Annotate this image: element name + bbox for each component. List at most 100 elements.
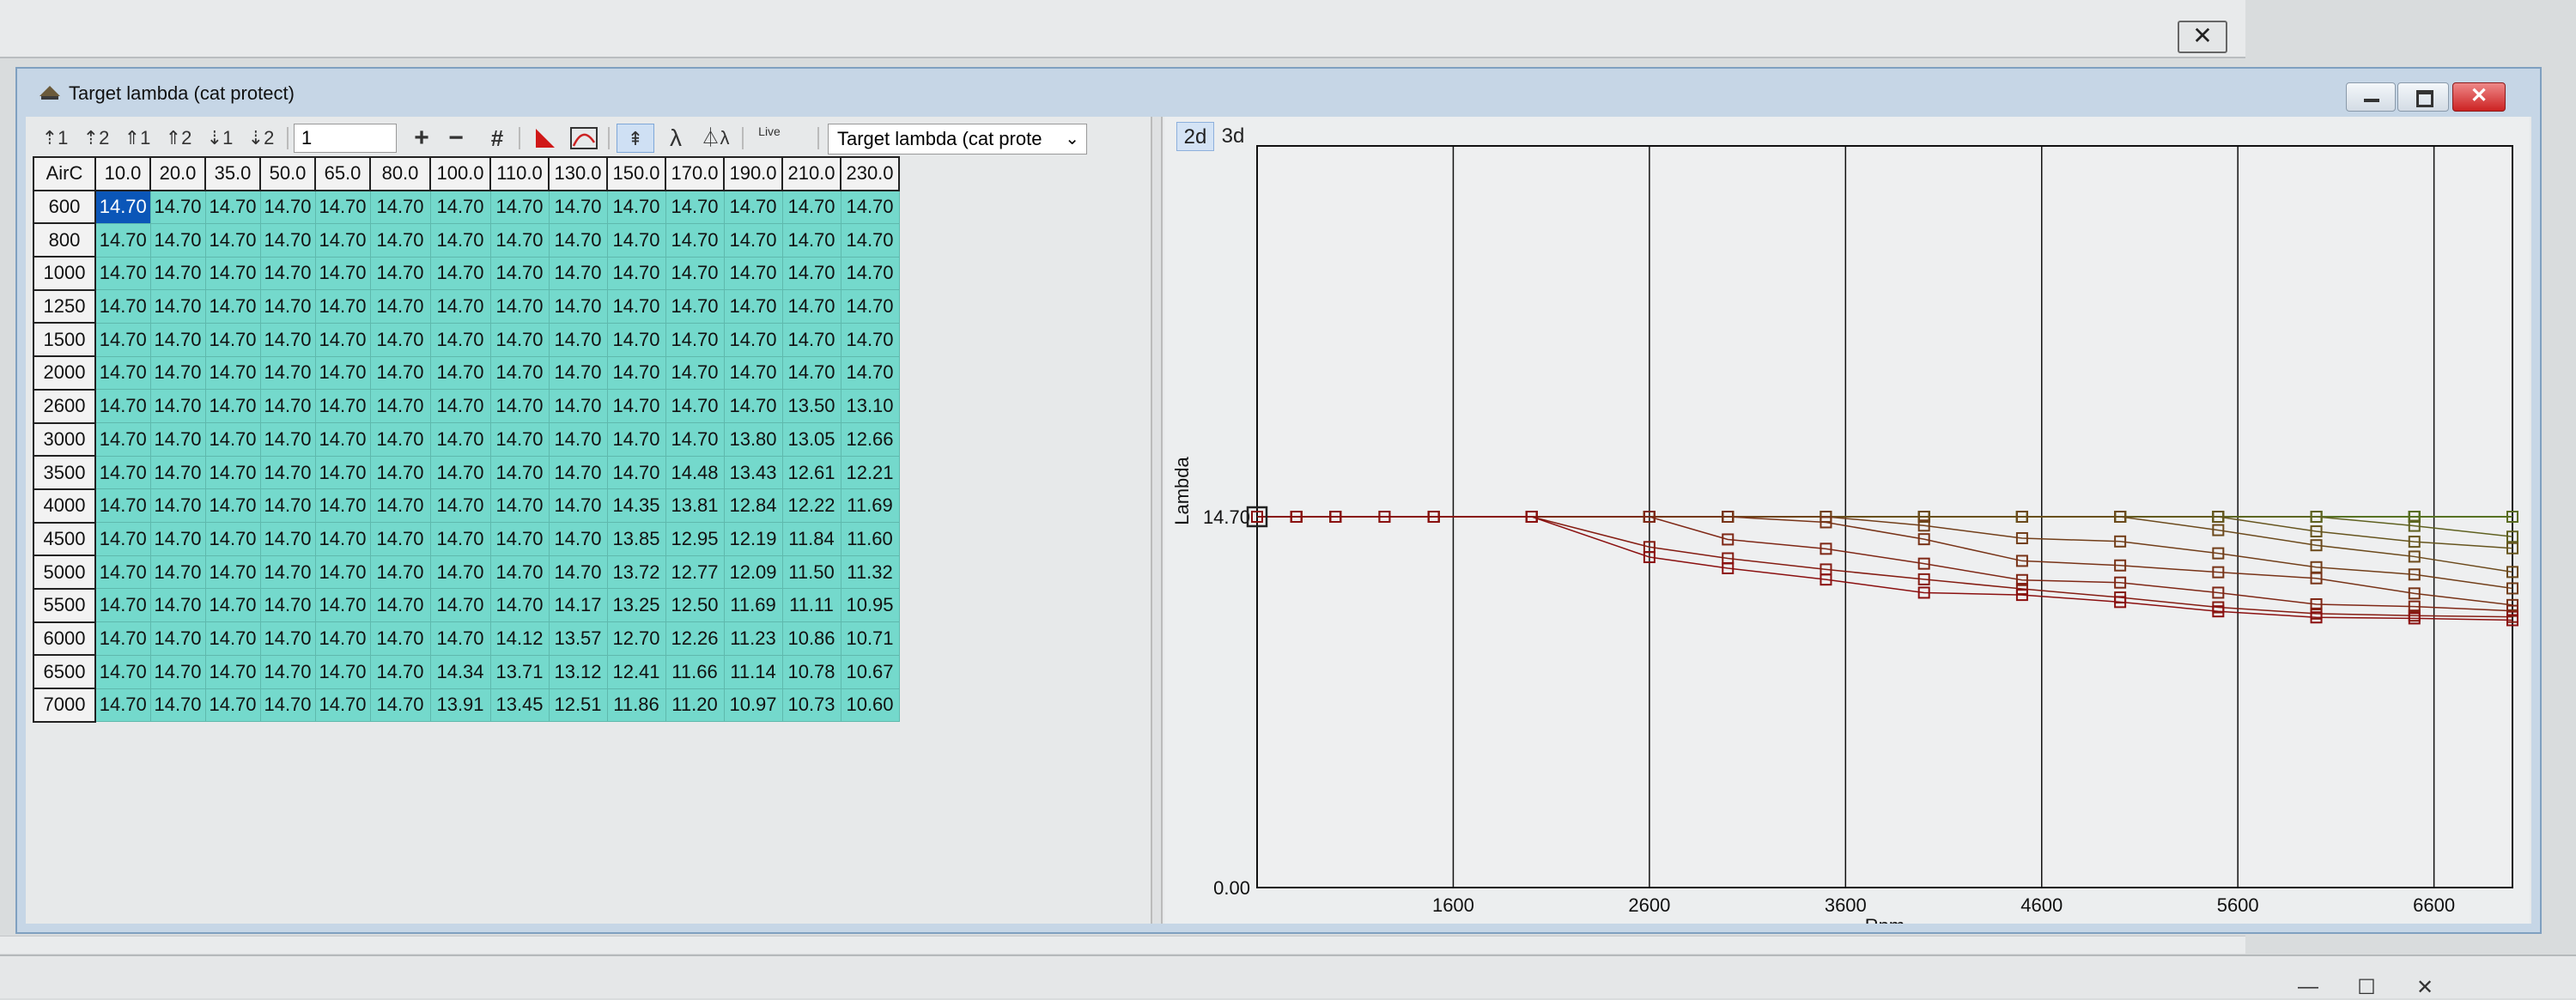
background-close2-button[interactable]: ✕: [2408, 975, 2442, 999]
minimize-button[interactable]: [2346, 82, 2396, 112]
hash-button[interactable]: #: [483, 124, 512, 153]
column-header[interactable]: 170.0: [665, 156, 725, 191]
table-cell[interactable]: 14.70: [149, 654, 206, 689]
table-cell[interactable]: 14.70: [259, 222, 316, 258]
table-cell[interactable]: 14.70: [94, 621, 151, 656]
axis1-down-icon[interactable]: ⇣1: [201, 124, 239, 153]
table-cell[interactable]: 14.70: [781, 322, 841, 357]
table-cell[interactable]: 14.70: [204, 621, 261, 656]
table-cell[interactable]: 14.70: [369, 688, 431, 723]
row-header[interactable]: 1000: [33, 256, 96, 291]
table-cell[interactable]: 14.70: [94, 522, 151, 556]
table-cell[interactable]: 14.70: [489, 190, 550, 224]
table-cell[interactable]: 14.70: [606, 256, 666, 291]
table-cell[interactable]: 14.70: [548, 322, 608, 357]
table-cell[interactable]: 14.70: [314, 222, 371, 258]
background-close-button[interactable]: ✕: [2178, 21, 2227, 53]
table-cell[interactable]: 14.70: [259, 522, 316, 556]
table-cell[interactable]: 14.70: [489, 422, 550, 457]
table-cell[interactable]: 13.10: [840, 389, 900, 423]
table-cell[interactable]: 14.70: [204, 389, 261, 423]
table-cell[interactable]: 14.70: [369, 422, 431, 457]
table-cell[interactable]: 14.70: [369, 222, 431, 258]
table-cell[interactable]: 14.70: [489, 588, 550, 623]
background-minimize-button[interactable]: —: [2291, 975, 2325, 998]
row-header[interactable]: 4500: [33, 521, 96, 557]
table-cell[interactable]: 12.50: [665, 588, 725, 623]
table-cell[interactable]: 14.17: [548, 588, 608, 623]
table-cell[interactable]: 14.70: [149, 522, 206, 556]
table-cell[interactable]: 14.70: [723, 289, 783, 324]
table-cell[interactable]: 14.70: [204, 522, 261, 556]
table-cell[interactable]: 14.70: [259, 621, 316, 656]
table-cell[interactable]: 13.81: [665, 488, 725, 524]
table-cell[interactable]: 10.73: [781, 688, 841, 723]
table-cell[interactable]: 14.70: [429, 222, 491, 258]
table-cell[interactable]: 14.70: [314, 488, 371, 524]
table-cell[interactable]: 13.45: [489, 688, 550, 723]
table-cell[interactable]: 14.70: [548, 222, 608, 258]
table-cell[interactable]: 14.70: [665, 389, 725, 423]
live-button[interactable]: Live: [750, 124, 788, 153]
table-cell[interactable]: 14.70: [94, 389, 151, 423]
table-cell[interactable]: 10.95: [840, 588, 900, 623]
background-maximize-button[interactable]: ☐: [2349, 975, 2384, 999]
table-cell[interactable]: 12.95: [665, 522, 725, 556]
table-cell[interactable]: 14.70: [665, 355, 725, 391]
table-cell[interactable]: 13.50: [781, 389, 841, 423]
table-cell[interactable]: 14.70: [723, 256, 783, 291]
table-cell[interactable]: 14.70: [314, 522, 371, 556]
table-cell[interactable]: 14.70: [259, 588, 316, 623]
table-cell[interactable]: 14.70: [369, 322, 431, 357]
table-cell[interactable]: 11.84: [781, 522, 841, 556]
table-cell[interactable]: 14.70: [314, 422, 371, 457]
table-cell[interactable]: 14.70: [840, 289, 900, 324]
table-cell[interactable]: 14.70: [149, 190, 206, 224]
table-cell[interactable]: 14.70: [259, 422, 316, 457]
table-cell[interactable]: 14.70: [204, 355, 261, 391]
table-cell[interactable]: 10.60: [840, 688, 900, 723]
table-cell[interactable]: 14.70: [429, 190, 491, 224]
axis1-up-icon[interactable]: ⇡1: [36, 124, 74, 153]
table-cell[interactable]: 14.70: [259, 455, 316, 490]
row-header[interactable]: 1500: [33, 322, 96, 358]
row-header[interactable]: 5500: [33, 587, 96, 623]
table-cell[interactable]: 13.72: [606, 555, 666, 590]
map-select[interactable]: Target lambda (cat prote ⌄: [828, 124, 1087, 155]
table-cell[interactable]: 14.70: [489, 355, 550, 391]
table-cell[interactable]: 14.70: [149, 688, 206, 723]
title-bar[interactable]: Target lambda (cat protect) ✕: [17, 69, 2540, 115]
table-cell[interactable]: 14.70: [781, 289, 841, 324]
axis2-arrow-icon[interactable]: ⇑2: [160, 124, 197, 153]
table-cell[interactable]: 14.70: [204, 256, 261, 291]
table-cell[interactable]: 14.70: [369, 654, 431, 689]
table-cell[interactable]: 14.70: [548, 256, 608, 291]
table-cell[interactable]: 10.78: [781, 654, 841, 689]
table-cell[interactable]: 14.70: [429, 256, 491, 291]
table-cell[interactable]: 14.70: [204, 654, 261, 689]
table-cell[interactable]: 12.70: [606, 621, 666, 656]
table-cell[interactable]: 14.70: [665, 256, 725, 291]
row-header[interactable]: 1250: [33, 288, 96, 324]
table-cell[interactable]: 14.70: [429, 555, 491, 590]
table-cell[interactable]: 14.12: [489, 621, 550, 656]
table-cell[interactable]: 14.70: [429, 588, 491, 623]
table-cell[interactable]: 14.70: [259, 688, 316, 723]
column-header[interactable]: 210.0: [781, 156, 841, 191]
table-cell[interactable]: 14.70: [149, 322, 206, 357]
table-cell[interactable]: 12.84: [723, 488, 783, 524]
table-cell[interactable]: 14.70: [429, 322, 491, 357]
table-cell[interactable]: 14.70: [548, 422, 608, 457]
table-cell[interactable]: 10.86: [781, 621, 841, 656]
table-cell[interactable]: 14.70: [94, 455, 151, 490]
table-cell[interactable]: 14.70: [94, 555, 151, 590]
table-cell[interactable]: 14.70: [429, 422, 491, 457]
table-cell[interactable]: 14.70: [94, 256, 151, 291]
table-cell[interactable]: 10.67: [840, 654, 900, 689]
table-cell[interactable]: 11.66: [665, 654, 725, 689]
table-cell[interactable]: 14.70: [429, 522, 491, 556]
table-cell[interactable]: 14.70: [489, 322, 550, 357]
table-cell[interactable]: 12.22: [781, 488, 841, 524]
table-cell[interactable]: 14.70: [548, 555, 608, 590]
table-cell[interactable]: 14.70: [606, 289, 666, 324]
